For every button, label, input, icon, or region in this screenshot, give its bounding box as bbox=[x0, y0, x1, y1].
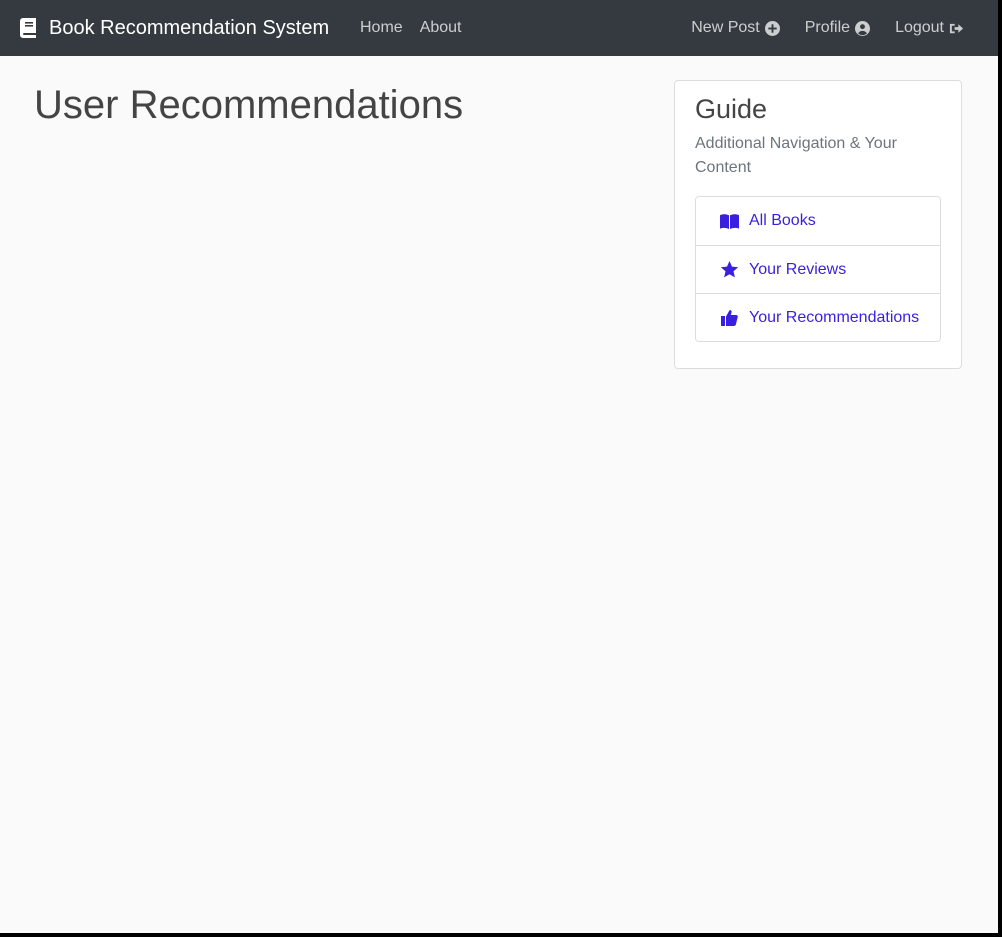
new-post-link[interactable]: New Post bbox=[691, 19, 780, 37]
brand-label: Book Recommendation System bbox=[49, 16, 330, 39]
logout-link[interactable]: Logout bbox=[895, 19, 964, 37]
brand-link[interactable]: Book Recommendation System bbox=[20, 0, 329, 56]
your-recommendations-label: Your Recommendations bbox=[749, 308, 920, 326]
nav-right: New Post Profile Logout bbox=[691, 0, 964, 56]
all-books-label: All Books bbox=[749, 212, 816, 229]
your-reviews-link[interactable]: Your Reviews bbox=[696, 245, 940, 293]
new-post-label: New Post bbox=[691, 19, 760, 36]
all-books-link[interactable]: All Books bbox=[696, 197, 940, 245]
guide-subtitle: Additional Navigation & Your Content bbox=[695, 135, 897, 176]
profile-label: Profile bbox=[804, 19, 851, 36]
logout-label: Logout bbox=[895, 19, 944, 36]
your-recommendations-link[interactable]: Your Recommendations bbox=[696, 293, 940, 341]
book-open-icon bbox=[720, 213, 749, 230]
nav-home-link[interactable]: Home bbox=[360, 19, 403, 37]
guide-card: Guide Additional Navigation & Your Conte… bbox=[674, 80, 962, 369]
your-reviews-label: Your Reviews bbox=[749, 260, 847, 278]
user-circle-icon bbox=[850, 20, 871, 36]
page-title: User Recommendations bbox=[34, 83, 464, 127]
guide-title: Guide bbox=[695, 94, 768, 124]
nav-about-link[interactable]: About bbox=[420, 19, 462, 37]
navbar: Book Recommendation System Home About Ne… bbox=[0, 0, 998, 56]
star-icon bbox=[720, 261, 749, 278]
thumbs-up-icon bbox=[720, 309, 749, 326]
nav-left: Home About bbox=[360, 0, 462, 56]
book-icon bbox=[20, 18, 49, 38]
guide-link-list: All Books Your Reviews Your Recommendati… bbox=[695, 196, 941, 342]
app-window: Book Recommendation System Home About Ne… bbox=[0, 0, 998, 933]
plus-circle-icon bbox=[760, 20, 780, 36]
sign-out-icon bbox=[944, 21, 964, 36]
profile-link[interactable]: Profile bbox=[804, 19, 871, 37]
